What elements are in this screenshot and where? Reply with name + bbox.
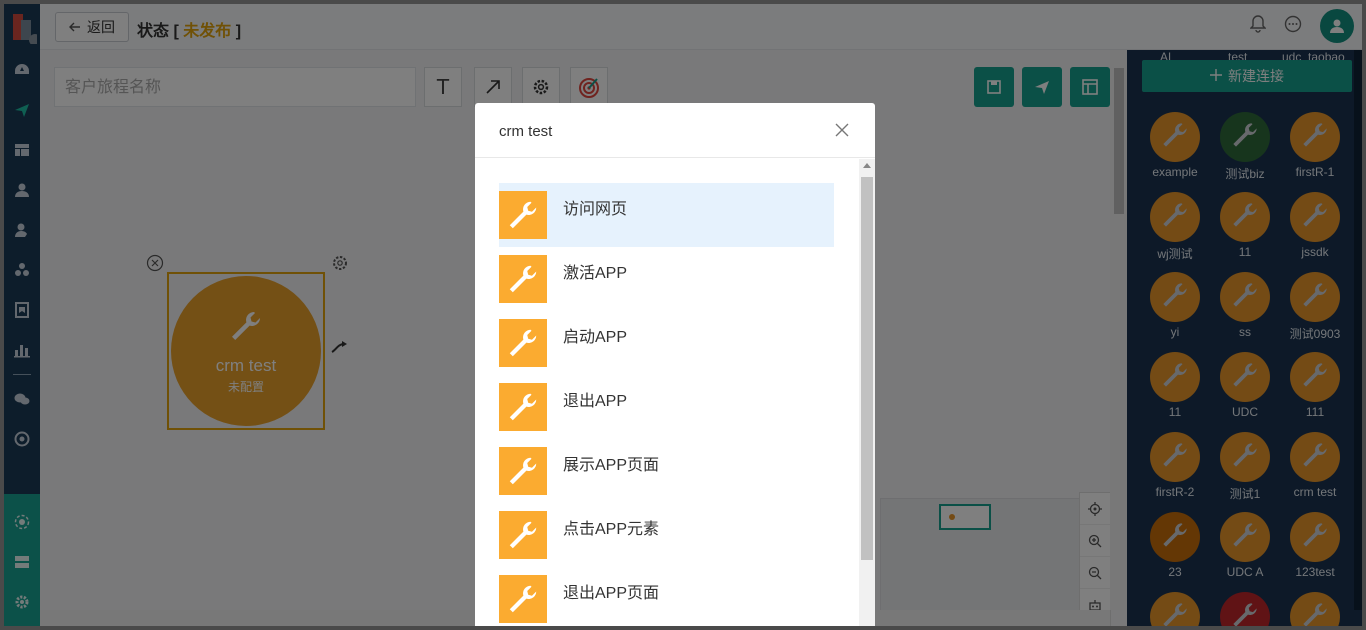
event-option[interactable]: 启动APP [499,311,834,375]
event-list: 退出APP页面 点击APP元素 展示APP页面 退出APP 启动APP 激活APP 访问网页 [475,159,875,626]
dialog-header: crm test [475,103,875,158]
event-option[interactable]: 激活APP [499,247,834,311]
event-option[interactable]: 访问网页 [499,183,834,247]
wrench-icon [499,447,547,495]
wrench-icon [499,383,547,431]
wrench-icon [499,575,547,623]
event-select-dialog: crm test 退出APP页面 点击APP元素 展示APP页面 退出APP 启动APP… [475,103,875,626]
event-option-label: 退出APP [563,393,628,410]
event-option[interactable]: 退出APP页面 [499,567,834,626]
dialog-scroll-thumb[interactable] [861,177,873,560]
event-option-label: 展示APP页面 [563,457,660,474]
wrench-icon [499,255,547,303]
wrench-icon [499,511,547,559]
event-option-label: 访问网页 [563,201,628,218]
event-option-label: 点击APP元素 [563,521,660,538]
wrench-icon [499,319,547,367]
app-window: 返回 状态 [ 未发布 ] 客户旅程名称 T [4,4,1362,626]
event-option[interactable]: 点击APP元素 [499,503,834,567]
event-option-label: 退出APP页面 [563,585,660,602]
wrench-icon [499,191,547,239]
event-option-label: 启动APP [563,329,628,346]
scroll-up-icon[interactable] [863,163,871,168]
event-option[interactable]: 退出APP [499,375,834,439]
dialog-scrollbar[interactable] [859,159,875,626]
close-icon[interactable] [833,121,851,139]
event-option[interactable]: 展示APP页面 [499,439,834,503]
event-option-label: 激活APP [563,265,628,282]
dialog-title: crm test [499,123,553,140]
